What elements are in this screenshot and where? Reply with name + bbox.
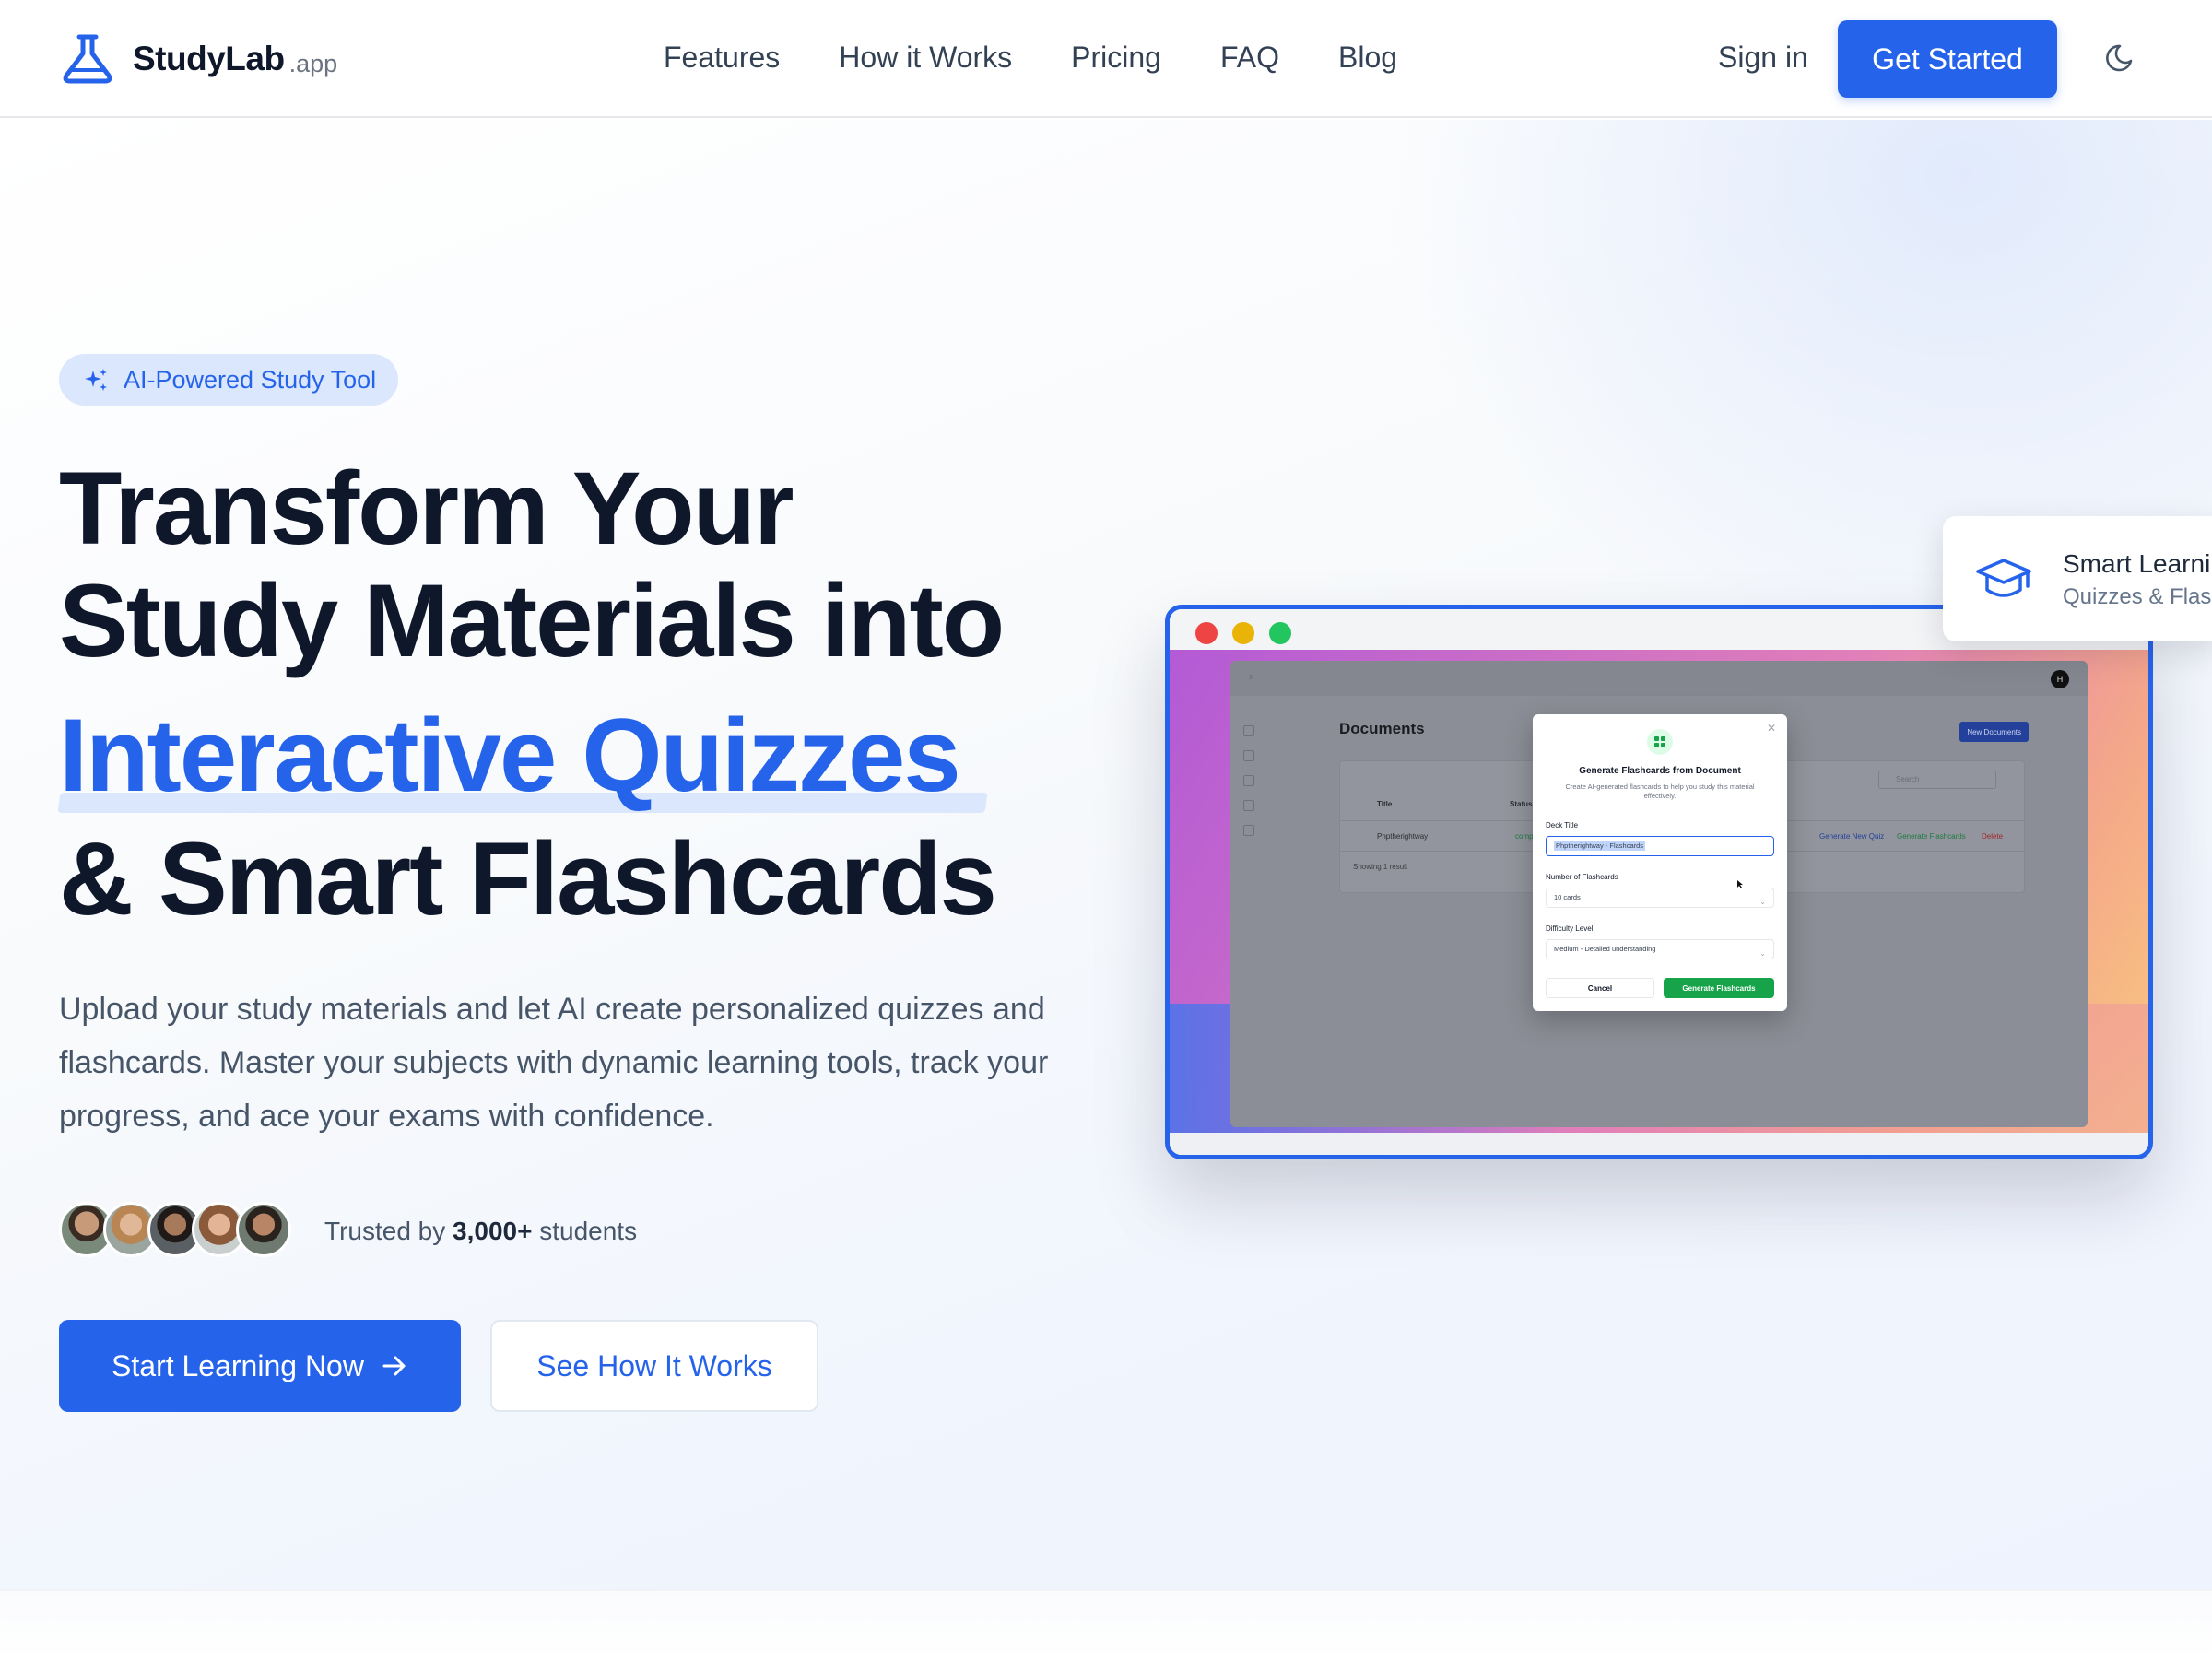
user-avatar: H <box>2051 670 2069 688</box>
nav-how-it-works[interactable]: How it Works <box>839 41 1012 75</box>
app-preview-window: › H Documents New Documents Search Title… <box>1165 605 2153 1159</box>
documents-title: Documents <box>1339 720 1425 737</box>
showing-results: Showing 1 result <box>1353 863 1408 871</box>
modal-title: Generate Flashcards from Document <box>1579 766 1741 776</box>
nav-pricing[interactable]: Pricing <box>1071 41 1161 75</box>
files-icon <box>1243 825 1254 836</box>
chevron-down-icon: ⌄ <box>1759 949 1766 958</box>
flashcard-count-select: 10 cards ⌄ <box>1546 888 1774 908</box>
deck-title-input: Phptherightway - Flashcards <box>1546 836 1774 856</box>
nav-blog[interactable]: Blog <box>1338 41 1397 75</box>
nav-links: Features How it Works Pricing FAQ Blog <box>664 41 1397 75</box>
close-icon: ✕ <box>1766 722 1776 735</box>
app-sidebar <box>1243 725 1256 850</box>
maximize-dot <box>1269 622 1291 644</box>
get-started-button[interactable]: Get Started <box>1838 20 2057 98</box>
hero-title-line-2: Study Materials into <box>59 563 1005 678</box>
table-search: Search <box>1878 771 1996 789</box>
brand-name: StudyLab <box>133 40 285 77</box>
flashcard-count-label: Number of Flashcards <box>1546 873 1618 881</box>
start-learning-label: Start Learning Now <box>112 1348 364 1382</box>
difficulty-value: Medium - Detailed understanding <box>1554 945 1656 953</box>
top-nav: StudyLab .app Features How it Works Pric… <box>0 0 2212 118</box>
hero-subtitle: Upload your study materials and let AI c… <box>59 992 1049 1134</box>
student-avatars <box>59 1202 291 1257</box>
difficulty-label: Difficulty Level <box>1546 924 1594 933</box>
flashcards-icon <box>1647 729 1673 755</box>
row-action-flashcards: Generate Flashcards <box>1897 832 1966 841</box>
grid-icon <box>1243 775 1254 786</box>
app-screenshot: › H Documents New Documents Search Title… <box>1230 661 2088 1127</box>
window-footer <box>1170 1133 2148 1155</box>
window-gradient-backdrop: › H Documents New Documents Search Title… <box>1170 650 2148 1133</box>
col-title: Title <box>1377 800 1393 808</box>
trusted-prefix: Trusted by <box>324 1217 446 1245</box>
card-subtitle: Quizzes & Flashcards <box>2063 584 2212 609</box>
chevron-down-icon: ⌄ <box>1759 898 1766 906</box>
minimize-dot <box>1232 622 1254 644</box>
nav-faq[interactable]: FAQ <box>1220 41 1279 75</box>
row-action-quiz: Generate New Quiz <box>1819 832 1885 841</box>
ai-badge: AI-Powered Study Tool <box>59 354 399 406</box>
deck-title-value: Phptherightway - Flashcards <box>1554 841 1646 851</box>
modal-generate-button: Generate Flashcards <box>1664 978 1774 998</box>
hero-title-highlight: Interactive Quizzes <box>59 698 961 813</box>
close-dot <box>1195 622 1218 644</box>
modal-description: Create AI-generated flashcards to help y… <box>1565 782 1755 800</box>
trusted-suffix: students <box>539 1217 638 1245</box>
document-icon <box>1243 750 1254 761</box>
row-action-delete: Delete <box>1982 832 2004 841</box>
home-icon <box>1243 725 1254 736</box>
flask-icon <box>63 34 112 84</box>
sparkles-icon <box>85 369 107 391</box>
col-status: Status <box>1510 800 1533 808</box>
card-title: Smart Learning <box>2063 549 2212 578</box>
smart-learning-card: Smart Learning Quizzes & Flashcards <box>1943 516 2212 641</box>
moon-icon[interactable] <box>2103 39 2140 76</box>
new-documents-button: New Documents <box>1959 722 2029 742</box>
deck-title-label: Deck Title <box>1546 821 1579 830</box>
brand-logo[interactable]: StudyLab .app <box>59 33 337 85</box>
cap-icon <box>1243 800 1254 811</box>
brand-tld: .app <box>288 49 338 77</box>
next-section-edge <box>0 1589 2212 1659</box>
difficulty-select: Medium - Detailed understanding ⌄ <box>1546 939 1774 959</box>
nav-features[interactable]: Features <box>664 41 780 75</box>
row-title: Phptherightway <box>1377 832 1429 841</box>
start-learning-button[interactable]: Start Learning Now <box>59 1320 461 1412</box>
app-topbar: › H <box>1230 661 2088 696</box>
flashcard-count-value: 10 cards <box>1554 893 1581 901</box>
hero-title-line-1: Transform Your <box>59 451 794 566</box>
chevron-right-icon: › <box>1249 668 1253 683</box>
generate-flashcards-modal: ✕ Generate Flashcards from Document Crea… <box>1533 714 1787 1011</box>
see-how-it-works-button[interactable]: See How It Works <box>490 1320 818 1412</box>
trusted-count: 3,000+ <box>453 1217 533 1245</box>
sign-in-link[interactable]: Sign in <box>1718 41 1808 75</box>
arrow-right-icon <box>382 1356 406 1376</box>
hero-title-line-4: & Smart Flashcards <box>59 821 997 936</box>
trusted-text: Trusted by 3,000+ students <box>324 1217 637 1246</box>
avatar <box>236 1202 291 1257</box>
badge-label: AI-Powered Study Tool <box>124 365 377 394</box>
modal-cancel-button: Cancel <box>1546 978 1654 998</box>
graduation-cap-icon <box>1976 559 2031 597</box>
